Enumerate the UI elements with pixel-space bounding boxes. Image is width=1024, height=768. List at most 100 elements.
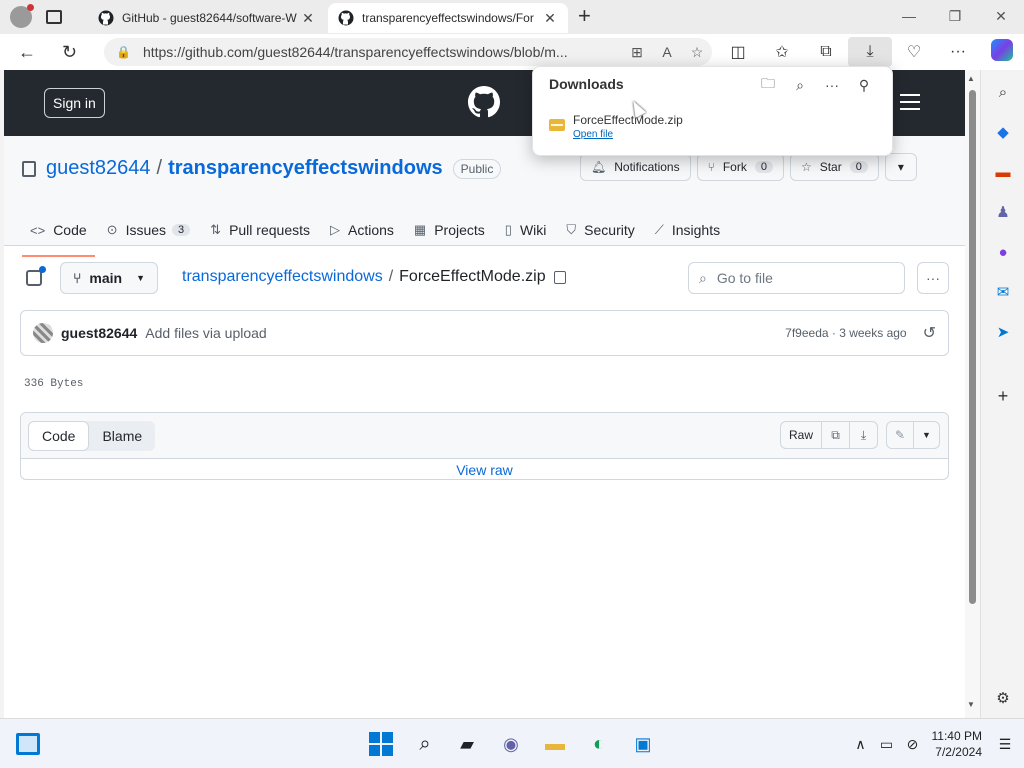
collections-icon[interactable]: ⧉ (804, 43, 848, 61)
browser-tab-bar: GitHub - guest82644/software-W ✕ transpa… (0, 0, 1024, 34)
repo-owner-link[interactable]: guest82644 (46, 157, 151, 180)
widgets-icon[interactable] (16, 733, 40, 755)
app-available-icon[interactable]: ⊞ (622, 44, 652, 61)
scroll-down-icon[interactable]: ▼ (967, 700, 975, 709)
close-tab-icon[interactable]: ✕ (542, 10, 558, 27)
commit-message[interactable]: Add files via upload (145, 325, 785, 341)
edit-pencil-icon[interactable]: ✎ (886, 421, 914, 449)
store-icon[interactable]: ▣ (630, 731, 656, 757)
more-options-icon[interactable]: ··· (816, 73, 848, 97)
read-aloud-icon[interactable]: A (652, 44, 682, 60)
hamburger-menu-icon[interactable] (900, 94, 920, 115)
fork-button[interactable]: ⑂ Fork 0 (696, 153, 784, 181)
settings-more-icon[interactable]: ··· (936, 43, 980, 61)
notification-icon[interactable]: ☰ (992, 736, 1018, 753)
search-downloads-icon[interactable]: ⌕ (784, 73, 816, 97)
edge-browser-icon[interactable]: ◐ (586, 731, 612, 757)
microsoft365-icon[interactable]: ● (993, 242, 1013, 262)
url-text[interactable]: https://github.com/guest82644/transparen… (143, 44, 622, 60)
go-to-file-input[interactable]: ⌕ Go to file (688, 262, 905, 294)
shopping-tag-icon[interactable]: ◆ (993, 122, 1013, 142)
avatar[interactable] (33, 323, 53, 343)
new-tab-button[interactable]: + (578, 3, 591, 29)
network-icon[interactable]: ▭ (874, 736, 900, 753)
repo-name-link[interactable]: transparencyeffectswindows (168, 157, 443, 180)
downloads-icon[interactable]: ⤓ (848, 37, 892, 67)
notifications-label: Notifications (614, 160, 680, 174)
graph-icon: ⟋ (654, 222, 664, 237)
edit-dropdown-icon[interactable]: ▼ (914, 421, 940, 449)
tab-wiki[interactable]: ▯ Wiki (497, 214, 555, 246)
address-bar[interactable]: 🔒 https://github.com/guest82644/transpar… (104, 38, 712, 66)
toolbox-icon[interactable]: ▬ (993, 162, 1013, 182)
split-screen-icon[interactable]: ◫ (716, 42, 760, 62)
raw-button[interactable]: Raw (779, 421, 822, 449)
tab-projects[interactable]: ▦ Projects (406, 214, 493, 246)
star-icon: ☆ (800, 160, 812, 174)
copilot-button[interactable] (980, 38, 1024, 66)
star-button[interactable]: ☆ Star 0 (789, 153, 879, 181)
tab-actions-icon[interactable] (46, 10, 62, 24)
open-file-link[interactable]: Open file (573, 129, 683, 140)
blame-view-button[interactable]: Blame (89, 421, 155, 451)
download-item[interactable]: ForceEffectMode.zip Open file (549, 113, 683, 140)
tab-actions[interactable]: ▷ Actions (322, 214, 402, 246)
chat-icon[interactable]: ◉ (498, 731, 524, 757)
commit-author[interactable]: guest82644 (61, 325, 137, 341)
open-folder-icon[interactable]: 🗀 (752, 73, 784, 97)
profile-icon[interactable] (10, 4, 34, 28)
lock-icon[interactable]: 🔒 (116, 45, 131, 59)
people-icon[interactable]: ♟ (993, 202, 1013, 222)
browser-tab-transparency[interactable]: transparencyeffectswindows/For ✕ (328, 3, 568, 33)
tab-security[interactable]: ⛉ Security (558, 214, 642, 246)
back-icon[interactable]: ← (18, 42, 36, 63)
vertical-scrollbar[interactable]: ▲ ▼ (965, 70, 980, 718)
add-sidebar-app-icon[interactable]: + (993, 386, 1013, 406)
tab-pull-requests[interactable]: ⇅ Pull requests (202, 214, 318, 246)
favorite-star-icon[interactable]: ☆ (682, 44, 712, 61)
view-raw-link[interactable]: View raw (21, 459, 948, 479)
search-icon[interactable]: ⌕ (993, 82, 1013, 102)
sign-in-button[interactable]: Sign in (44, 88, 105, 118)
restore-icon[interactable]: ❐ (932, 0, 978, 32)
branch-selector[interactable]: ⑂ main ▼ (60, 262, 159, 294)
settings-gear-icon[interactable]: ⚙ (993, 688, 1013, 708)
browser-essentials-icon[interactable]: ♡ (892, 42, 936, 62)
star-dropdown-button[interactable]: ▾ (884, 153, 917, 181)
close-tab-icon[interactable]: ✕ (300, 10, 316, 27)
download-file-name[interactable]: ForceEffectMode.zip (573, 113, 683, 127)
more-options-button[interactable]: ··· (917, 262, 949, 294)
minimize-icon[interactable]: — (886, 0, 932, 32)
copy-path-icon[interactable] (553, 270, 566, 284)
history-icon[interactable]: ↺ (923, 323, 936, 343)
tab-insights[interactable]: ⟋ Insights (647, 214, 728, 246)
tab-issues[interactable]: ⊙ Issues 3 (99, 214, 199, 246)
file-explorer-icon[interactable]: ▬ (542, 731, 568, 757)
refresh-icon[interactable]: ↻ (62, 42, 77, 63)
start-button[interactable] (368, 731, 394, 757)
search-icon[interactable]: ⌕ (412, 731, 438, 757)
pin-icon[interactable]: ⚲ (848, 73, 880, 97)
clock[interactable]: 11:40 PM 7/2/2024 (932, 728, 982, 760)
commit-meta[interactable]: 7f9eeda · 3 weeks ago (785, 326, 906, 340)
side-panel-toggle-icon[interactable] (26, 266, 46, 286)
close-window-icon[interactable]: ✕ (978, 0, 1024, 32)
favorites-icon[interactable]: ✩ (760, 42, 804, 62)
tab-code[interactable]: <> Code (22, 214, 95, 257)
github-logo-icon[interactable] (468, 86, 500, 118)
breadcrumb-repo-link[interactable]: transparencyeffectswindows (182, 268, 383, 286)
code-view-button[interactable]: Code (28, 421, 90, 451)
notifications-button[interactable]: 🔔︎ Notifications (580, 153, 691, 181)
download-icon[interactable]: ⤓ (850, 421, 878, 449)
browser-tab-github[interactable]: GitHub - guest82644/software-W ✕ (88, 3, 326, 33)
scroll-up-icon[interactable]: ▲ (967, 74, 975, 83)
send-icon[interactable]: ➤ (993, 322, 1013, 342)
volume-mute-icon[interactable]: ⊘ (900, 736, 926, 753)
chevron-up-icon[interactable]: ∧ (848, 736, 874, 753)
branch-icon: ⑂ (73, 270, 82, 286)
task-view-icon[interactable]: ▰ (454, 731, 480, 757)
fork-label: Fork (722, 160, 747, 174)
outlook-icon[interactable]: ✉ (993, 282, 1013, 302)
scroll-thumb[interactable] (969, 90, 976, 604)
copy-raw-icon[interactable]: ⧉ (822, 421, 850, 449)
